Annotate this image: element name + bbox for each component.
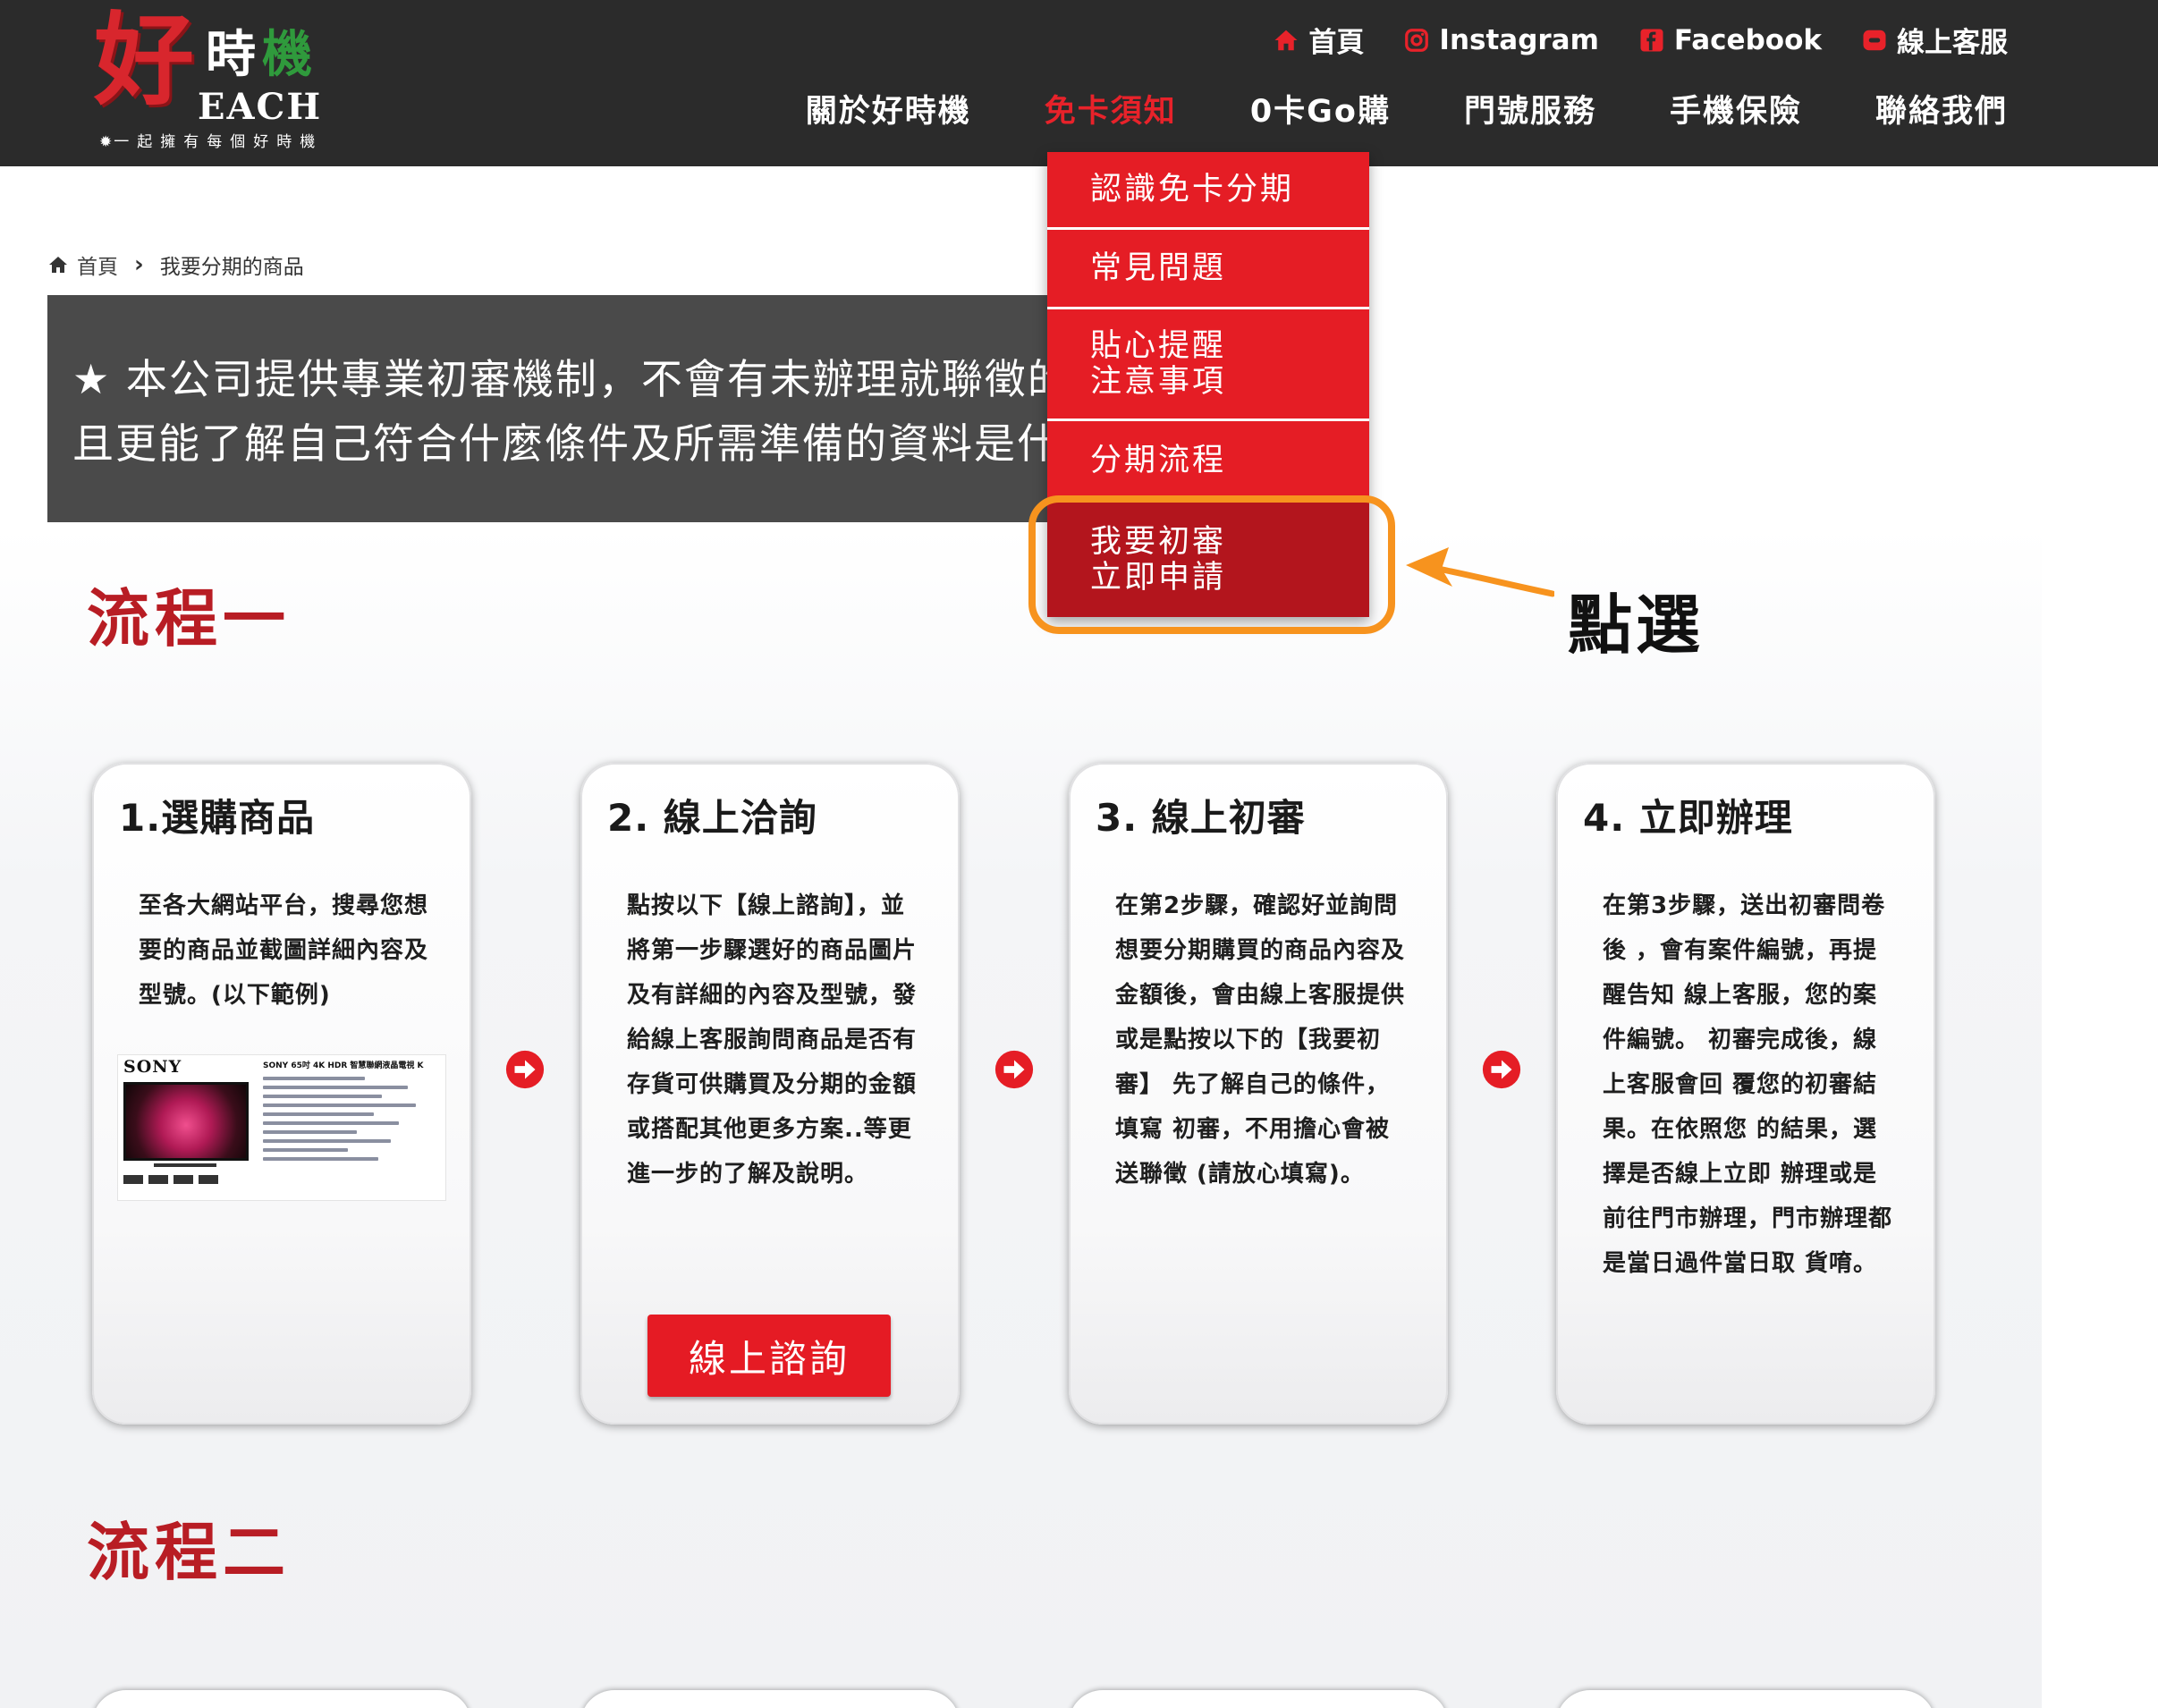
tv-stand <box>154 1163 216 1167</box>
top-links: 首頁 Instagram Facebook 線上客服 <box>1273 20 2008 60</box>
facebook-icon <box>1640 29 1663 51</box>
step-card-flow2-3 <box>1069 1690 1448 1708</box>
nav-item-zero-card-go[interactable]: 0卡Go購 <box>1250 86 1391 131</box>
step-body: 在第3步驟，送出初審問卷後 ，會有案件編號，再提醒告知 線上客服，您的案件編號。… <box>1603 892 1893 1277</box>
annotation-arrow-icon <box>1406 547 1554 597</box>
spec-line <box>263 1148 348 1152</box>
top-link-instagram-label: Instagram <box>1439 23 1599 56</box>
notice-banner: ★ 本公司提供專業初審機制，不會有未辦理就聯徵的 且更能了解自己符合什麼條件及所… <box>47 295 1049 522</box>
step-card-flow2-1 <box>92 1690 471 1708</box>
step-card-2: 2. 線上洽詢 點按以下【線上諮詢】，並 將第一步驟選好的商品圖片 及有詳細的內… <box>580 763 960 1425</box>
main-nav: 關於好時機 免卡須知 0卡Go購 門號服務 手機保險 聯絡我們 <box>806 86 2008 131</box>
online-inquiry-button[interactable]: 線上諮詢 <box>647 1315 891 1397</box>
spec-line <box>263 1086 408 1089</box>
logo-slogan-text: 一起擁有每個好時機 <box>114 133 324 151</box>
chat-icon <box>1863 30 1886 50</box>
nav-item-contact[interactable]: 聯絡我們 <box>1875 86 2008 131</box>
nav-item-phone-number[interactable]: 門號服務 <box>1464 86 1596 131</box>
dropdown-item-about-no-card[interactable]: 認識免卡分期 <box>1047 152 1369 230</box>
step-title: 4. 立即辦理 <box>1583 796 1793 840</box>
top-link-home[interactable]: 首頁 <box>1273 20 1364 60</box>
badge <box>148 1175 168 1184</box>
dropdown-item-label: 常見問題 <box>1090 250 1227 286</box>
sun-icon: ✹ <box>99 133 114 151</box>
top-link-home-label: 首頁 <box>1308 27 1365 59</box>
badge <box>199 1175 218 1184</box>
home-icon <box>49 257 67 273</box>
badge-row <box>123 1175 218 1184</box>
notice-line-1: ★ 本公司提供專業初審機制，不會有未辦理就聯徵的 <box>72 355 1049 403</box>
dropdown-item-label-line1: 貼心提醒 <box>1090 328 1227 364</box>
step-title: 3. 線上初審 <box>1096 796 1306 840</box>
breadcrumb-home[interactable]: 首頁 <box>47 249 118 280</box>
tv-image <box>123 1082 249 1161</box>
home-icon <box>1274 30 1298 50</box>
annotation-text: 點選 <box>1568 588 1705 663</box>
badge <box>173 1175 193 1184</box>
spec-line <box>263 1157 379 1161</box>
top-link-facebook[interactable]: Facebook <box>1638 24 1822 56</box>
breadcrumb: 首頁 › 我要分期的商品 <box>47 249 304 280</box>
dropdown-item-label: 分期流程 <box>1090 442 1227 478</box>
arrow-right-circle-icon <box>505 1050 545 1089</box>
top-link-support-label: 線上客服 <box>1897 27 2008 59</box>
step-title: 2. 線上洽詢 <box>607 796 817 840</box>
step-body: 至各大網站平台，搜尋您想 要的商品並截圖詳細內容及 型號。(以下範例) <box>139 892 429 1009</box>
chevron-right-icon: › <box>134 251 144 278</box>
arrow-right-circle-icon <box>1482 1050 1521 1089</box>
top-link-instagram[interactable]: Instagram <box>1403 24 1599 56</box>
product-example-image: SONY SONY 65吋 4K HDR 智慧聯網液晶電視 K <box>117 1054 446 1201</box>
dropdown-item-label: 貼心提醒 注意事項 <box>1090 328 1226 400</box>
breadcrumb-home-label: 首頁 <box>77 256 118 279</box>
top-link-support[interactable]: 線上客服 <box>1861 20 2008 60</box>
spec-line <box>263 1112 374 1116</box>
step-card-flow2-4 <box>1556 1690 1935 1708</box>
spec-title: SONY 65吋 4K HDR 智慧聯網液晶電視 K <box>263 1061 424 1070</box>
spec-line <box>263 1139 391 1143</box>
instagram-icon <box>1405 28 1429 52</box>
dropdown-item-faq[interactable]: 常見問題 <box>1047 230 1369 309</box>
dropdown-item-process[interactable]: 分期流程 <box>1047 421 1369 502</box>
dropdown-item-label: 認識免卡分期 <box>1090 172 1295 207</box>
logo-char-ji: 機 <box>262 26 312 84</box>
step-card-4: 4. 立即辦理 在第3步驟，送出初審問卷後 ，會有案件編號，再提醒告知 線上客服… <box>1556 763 1935 1425</box>
step-card-1: 1.選購商品 至各大網站平台，搜尋您想 要的商品並截圖詳細內容及 型號。(以下範… <box>92 763 471 1425</box>
section-title-flow-1: 流程一 <box>87 581 291 655</box>
section-title-flow-2: 流程二 <box>87 1515 291 1589</box>
nav-item-no-card-notice[interactable]: 免卡須知 <box>1045 86 1177 131</box>
logo-char-hao: 好 <box>94 2 194 119</box>
dropdown-item-reminders[interactable]: 貼心提醒 注意事項 <box>1047 309 1369 421</box>
spec-line <box>263 1103 416 1107</box>
breadcrumb-current: 我要分期的商品 <box>159 256 304 279</box>
arrow-right-circle-icon <box>994 1050 1034 1089</box>
spec-line <box>263 1130 357 1134</box>
spec-line <box>263 1077 365 1080</box>
site-header: 好 時 機 EACH ✹一起擁有每個好時機 首頁 Instagram Faceb… <box>0 0 2158 166</box>
step-body: 點按以下【線上諮詢】，並 將第一步驟選好的商品圖片 及有詳細的內容及型號，發 給… <box>627 892 918 1188</box>
badge <box>123 1175 143 1184</box>
step-title: 1.選購商品 <box>119 796 316 840</box>
step-body: 在第2步驟，確認好並詢問 想要分期購買的商品內容及 金額後，會由線上客服提供 或… <box>1115 892 1406 1188</box>
logo-each: EACH <box>198 86 323 128</box>
dropdown-item-label-line2: 注意事項 <box>1090 364 1227 400</box>
annotation-highlight-box <box>1028 495 1395 634</box>
top-link-facebook-label: Facebook <box>1673 23 1822 56</box>
notice-line-2: 且更能了解自己符合什麼條件及所需準備的資料是什 <box>72 419 1049 468</box>
spec-line <box>263 1095 382 1098</box>
logo-slogan: ✹一起擁有每個好時機 <box>99 135 323 150</box>
step-card-3: 3. 線上初審 在第2步驟，確認好並詢問 想要分期購買的商品內容及 金額後，會由… <box>1069 763 1448 1425</box>
sony-logo: SONY <box>123 1057 182 1077</box>
step-card-flow2-2 <box>580 1690 960 1708</box>
spec-lines <box>263 1077 433 1166</box>
site-logo[interactable]: 好 時 機 EACH ✹一起擁有每個好時機 <box>94 11 344 158</box>
logo-char-shi: 時 <box>206 26 256 84</box>
nav-item-about[interactable]: 關於好時機 <box>806 86 971 131</box>
spec-line <box>263 1121 399 1125</box>
nav-item-phone-insurance[interactable]: 手機保險 <box>1670 86 1802 131</box>
